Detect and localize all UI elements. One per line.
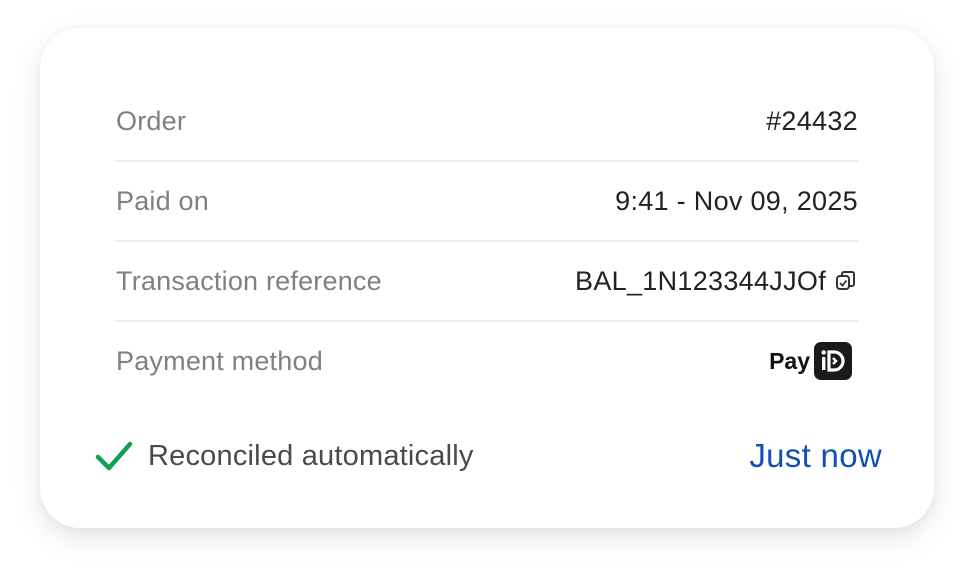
details-list: Order #24432 Paid on 9:41 - Nov 09, 2025… [116, 82, 858, 400]
copy-icon[interactable] [834, 269, 858, 293]
paid-on-row: Paid on 9:41 - Nov 09, 2025 [116, 162, 858, 242]
payment-details-card: Order #24432 Paid on 9:41 - Nov 09, 2025… [40, 28, 934, 528]
check-icon [94, 436, 134, 476]
transaction-reference-label: Transaction reference [116, 265, 382, 296]
payment-method-row: Payment method Pay [116, 322, 858, 400]
payment-method-label: Payment method [116, 345, 323, 376]
reconciliation-status: Reconciled automatically Just now [94, 432, 882, 480]
payid-logo: Pay [769, 342, 852, 380]
paid-on-value: 9:41 - Nov 09, 2025 [615, 185, 858, 216]
transaction-reference-value: BAL_1N123344JJOf [575, 266, 858, 297]
status-group: Reconciled automatically [94, 436, 474, 476]
order-label: Order [116, 105, 187, 136]
transaction-reference-row: Transaction reference BAL_1N123344JJOf [116, 242, 858, 322]
order-row: Order #24432 [116, 82, 858, 162]
status-text: Reconciled automatically [148, 439, 474, 472]
order-number: #24432 [766, 105, 858, 136]
payid-logo-text: Pay [769, 347, 810, 374]
paid-on-label: Paid on [116, 185, 209, 216]
payid-logo-icon [814, 342, 852, 380]
transaction-reference-text: BAL_1N123344JJOf [575, 265, 826, 296]
reconciled-time: Just now [749, 437, 882, 474]
